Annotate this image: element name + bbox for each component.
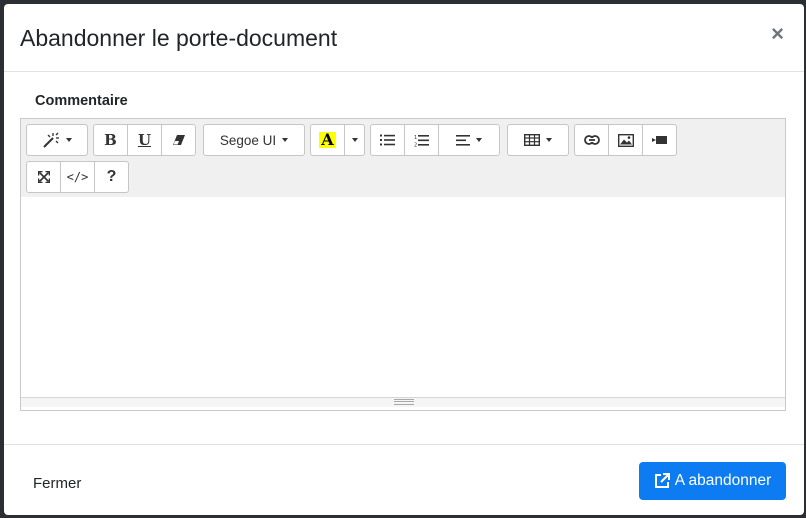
fullscreen-button[interactable] (26, 161, 61, 193)
underline-icon: U (137, 131, 152, 149)
font-color-icon: A (319, 130, 336, 149)
close-icon[interactable]: × (771, 23, 784, 45)
color-dropdown-button[interactable] (344, 124, 365, 156)
video-icon (652, 136, 667, 144)
dialog-header: Abandonner le porte-document × (4, 4, 804, 72)
svg-text:1: 1 (414, 135, 417, 141)
underline-button[interactable]: U (127, 124, 162, 156)
dialog-title: Abandonner le porte-document (20, 25, 338, 51)
help-icon: ? (106, 168, 117, 185)
style-dropdown-button[interactable] (26, 124, 88, 156)
chevron-down-icon (282, 138, 289, 142)
editor-toolbar: B U Segoe UI A 1 2 </> ? (21, 119, 785, 197)
bold-icon: B (104, 131, 117, 149)
editor-content-area[interactable] (21, 197, 785, 397)
dialog-footer: Fermer A abandonner (4, 444, 804, 515)
chevron-down-icon (546, 138, 552, 142)
table-dropdown-button[interactable] (507, 124, 569, 156)
dialog-body: Commentaire B U Segoe UI A 1 2 </> ? (4, 72, 804, 444)
chevron-down-icon (66, 138, 72, 142)
comment-label: Commentaire (35, 93, 128, 109)
code-view-icon: </> (66, 170, 89, 184)
table-group (507, 124, 569, 156)
font-name-dropdown[interactable]: Segoe UI (203, 124, 305, 156)
font-style-group: B U (93, 124, 196, 156)
external-link-icon (654, 473, 670, 488)
abandon-dialog: Abandonner le porte-document × Commentai… (4, 4, 804, 515)
editor-resize-bar[interactable] (21, 397, 785, 407)
font-name-value: Segoe UI (219, 132, 277, 148)
paragraph-align-dropdown[interactable] (438, 124, 500, 156)
color-group: A (310, 124, 365, 156)
align-icon (456, 134, 470, 146)
picture-icon (617, 133, 634, 147)
rich-text-editor: B U Segoe UI A 1 2 </> ? (20, 118, 786, 411)
bold-button[interactable]: B (93, 124, 128, 156)
close-button[interactable]: Fermer (33, 475, 81, 492)
link-icon (583, 135, 600, 145)
eraser-icon (172, 135, 185, 145)
svg-text:2: 2 (414, 142, 417, 147)
magic-icon (43, 132, 59, 148)
resize-grip-icon[interactable] (394, 399, 414, 405)
clear-format-button[interactable] (161, 124, 196, 156)
bullet-list-button[interactable] (370, 124, 405, 156)
bullet-list-icon (380, 134, 395, 146)
font-color-button[interactable]: A (310, 124, 345, 156)
style-group (26, 124, 88, 156)
link-button[interactable] (574, 124, 609, 156)
help-button[interactable]: ? (94, 161, 129, 193)
font-name-group: Segoe UI (203, 124, 305, 156)
chevron-down-icon (476, 138, 482, 142)
view-group: </> ? (26, 161, 129, 193)
chevron-down-icon (351, 138, 358, 142)
code-view-button[interactable]: </> (60, 161, 95, 193)
ordered-list-button[interactable]: 1 2 (404, 124, 439, 156)
abandon-button-label: A abandonner (674, 472, 772, 489)
fullscreen-icon (37, 171, 50, 183)
ordered-list-icon: 1 2 (414, 134, 429, 147)
insert-group (574, 124, 677, 156)
abandon-button[interactable]: A abandonner (639, 462, 786, 500)
table-icon (524, 134, 540, 146)
video-button[interactable] (642, 124, 677, 156)
list-group: 1 2 (370, 124, 500, 156)
picture-button[interactable] (608, 124, 643, 156)
